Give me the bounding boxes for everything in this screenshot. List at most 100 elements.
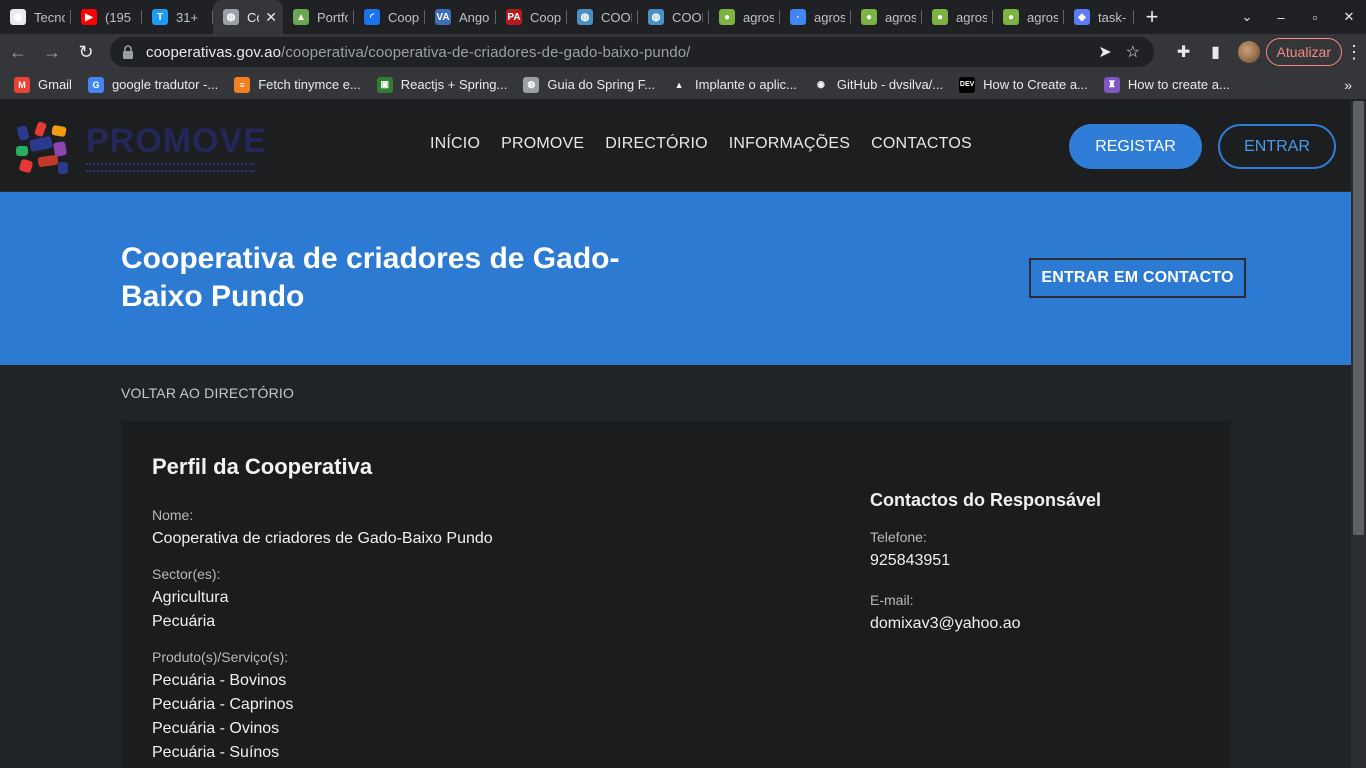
tab-title: agros bbox=[1027, 9, 1058, 25]
tab-title: Ango bbox=[459, 9, 490, 25]
nav-promove[interactable]: PROMOVE bbox=[501, 135, 584, 153]
product-item: Pecuária - Bovinos bbox=[152, 672, 287, 689]
tab-favicon-icon: ◍ bbox=[223, 9, 239, 25]
page-scrollbar[interactable] bbox=[1351, 101, 1366, 768]
login-button[interactable]: ENTRAR bbox=[1218, 124, 1336, 169]
nav-informacoes[interactable]: INFORMAÇÕES bbox=[729, 135, 850, 153]
tab-active[interactable]: ◍ Co✕ bbox=[213, 0, 283, 34]
promove-logo[interactable]: PROMOVE bbox=[14, 119, 266, 177]
tab-title: Portfo bbox=[317, 9, 348, 25]
web-page: PROMOVE INÍCIO PROMOVE DIRECTÓRIO INFORM… bbox=[0, 101, 1351, 768]
tab[interactable]: ▶ (195 bbox=[71, 0, 142, 34]
bookmark-item[interactable]: DEV How to Create a... bbox=[951, 76, 1096, 93]
tab[interactable]: ▲ Portfo bbox=[283, 0, 354, 34]
bookmark-favicon-icon: G bbox=[87, 76, 104, 93]
bookmark-list: M Gmail Ggoogle tradutor -... ≡ Fetch tinymc… bbox=[0, 76, 1238, 93]
lock-icon[interactable] bbox=[122, 45, 134, 59]
contact-button[interactable]: ENTRAR EM CONTACTO bbox=[1029, 258, 1246, 298]
bookmark-label: Fetch tinymce e... bbox=[258, 77, 361, 92]
tab[interactable]: ◉ Tecno bbox=[0, 0, 71, 34]
tab[interactable]: · agros bbox=[780, 0, 851, 34]
address-bar[interactable]: cooperativas.gov.ao/cooperativa/cooperat… bbox=[110, 37, 1154, 67]
profile-heading: Perfil da Cooperativa bbox=[152, 454, 373, 479]
bookmark-favicon-icon: DEV bbox=[959, 76, 976, 93]
bookmark-item[interactable]: ♜ How to create a... bbox=[1096, 76, 1238, 93]
send-icon[interactable]: ➤ bbox=[1098, 42, 1111, 62]
tab[interactable]: ◍ COOF bbox=[567, 0, 638, 34]
tab-favicon-icon: ◍ bbox=[577, 9, 593, 25]
bookmarks-overflow-icon[interactable]: » bbox=[1344, 77, 1366, 93]
logo-word: PROMOVE bbox=[86, 121, 267, 160]
register-button[interactable]: REGISTAR bbox=[1069, 124, 1202, 169]
tab[interactable]: T 31+ bbox=[142, 0, 213, 34]
minimize-icon[interactable]: – bbox=[1264, 10, 1298, 25]
tab[interactable]: VA Ango bbox=[425, 0, 496, 34]
update-button[interactable]: Atualizar bbox=[1265, 38, 1342, 66]
bookmark-label: GitHub - dvsilva/... bbox=[836, 77, 944, 92]
browser-toolbar: ← → ↻ cooperativas.gov.ao/cooperativa/co… bbox=[0, 34, 1366, 70]
tab-favicon-icon: ▶ bbox=[81, 9, 97, 25]
bookmark-star-icon[interactable]: ☆ bbox=[1126, 42, 1140, 62]
restore-icon[interactable]: ▫ bbox=[1298, 10, 1332, 25]
back-arrow-icon[interactable]: ← bbox=[2, 36, 34, 68]
email-label: E-mail: bbox=[870, 592, 914, 608]
bookmark-label: Implante o aplic... bbox=[695, 77, 797, 92]
tab-favicon-icon: ● bbox=[932, 9, 948, 25]
products-field: Produto(s)/Serviço(s): Pecuária - Bovino… bbox=[152, 649, 752, 765]
tab[interactable]: PA Coop bbox=[496, 0, 567, 34]
tab-favicon-icon: ▲ bbox=[293, 9, 309, 25]
site-header: PROMOVE INÍCIO PROMOVE DIRECTÓRIO INFORM… bbox=[0, 101, 1351, 192]
tab-favicon-icon: ● bbox=[1003, 9, 1019, 25]
bookmark-favicon-icon: ◉ bbox=[812, 76, 829, 93]
bookmark-item[interactable]: ▲ Implante o aplic... bbox=[663, 76, 805, 93]
close-window-icon[interactable]: ✕ bbox=[1332, 9, 1366, 25]
sector-item: Pecuária bbox=[152, 613, 216, 630]
tab[interactable]: ◜ Coop bbox=[354, 0, 425, 34]
profile-details: Nome: Cooperativa de criadores de Gado-B… bbox=[152, 507, 752, 768]
reload-icon[interactable]: ↻ bbox=[70, 36, 102, 68]
responsible-contacts: Contactos do Responsável Telefone: 92584… bbox=[870, 490, 1200, 655]
bookmark-label: Guia do Spring F... bbox=[547, 77, 656, 92]
bookmark-item[interactable]: Ggoogle tradutor -... bbox=[80, 76, 226, 93]
tab[interactable]: ◍ COOF bbox=[638, 0, 709, 34]
tab-close-icon[interactable]: ✕ bbox=[259, 9, 277, 26]
tab-search-icon[interactable]: ⌄ bbox=[1230, 9, 1264, 25]
forward-arrow-icon[interactable]: → bbox=[36, 36, 68, 68]
bookmark-item[interactable]: M Gmail bbox=[6, 76, 80, 93]
sectors-field: Sector(es): Agricultura Pecuária bbox=[152, 566, 752, 634]
tab[interactable]: ● agros bbox=[851, 0, 922, 34]
logo-tagline-line-1 bbox=[86, 162, 254, 166]
tab-favicon-icon: · bbox=[790, 9, 806, 25]
scrollbar-thumb[interactable] bbox=[1353, 101, 1364, 535]
tab-favicon-icon: T bbox=[152, 9, 168, 25]
nav-directorio[interactable]: DIRECTÓRIO bbox=[605, 135, 707, 153]
tab-favicon-icon: ◆ bbox=[1074, 9, 1090, 25]
side-panel-icon[interactable]: ▮ bbox=[1200, 42, 1232, 62]
tab[interactable]: ● agros bbox=[993, 0, 1064, 34]
extensions-puzzle-icon[interactable]: ✚ bbox=[1168, 42, 1200, 62]
tab[interactable]: ◆ task- bbox=[1064, 0, 1134, 34]
new-tab-button[interactable]: + bbox=[1134, 0, 1170, 34]
bookmark-item[interactable]: ◉ GitHub - dvsilva/... bbox=[805, 76, 951, 93]
profile-avatar[interactable] bbox=[1237, 41, 1260, 63]
url-text[interactable]: cooperativas.gov.ao/cooperativa/cooperat… bbox=[146, 44, 690, 61]
back-to-directory-link[interactable]: VOLTAR AO DIRECTÓRIO bbox=[121, 385, 294, 401]
bookmark-item[interactable]: ◍ Guia do Spring F... bbox=[515, 76, 663, 93]
name-field: Nome: Cooperativa de criadores de Gado-B… bbox=[152, 507, 752, 551]
tab-favicon-icon: PA bbox=[506, 9, 522, 25]
bookmark-item[interactable]: ≡ Fetch tinymce e... bbox=[226, 76, 369, 93]
url-host: cooperativas.gov.ao bbox=[146, 43, 282, 61]
logo-mark-icon bbox=[14, 120, 70, 176]
tab-title: Coop bbox=[530, 9, 561, 25]
bookmark-item[interactable]: ▣ Reactjs + Spring... bbox=[369, 76, 516, 93]
nav-inicio[interactable]: INÍCIO bbox=[430, 135, 480, 153]
nav-contactos[interactable]: CONTACTOS bbox=[871, 135, 972, 153]
bookmark-favicon-icon: M bbox=[14, 76, 30, 93]
tab[interactable]: ● agros bbox=[922, 0, 993, 34]
product-item: Pecuária - Caprinos bbox=[152, 696, 294, 713]
main-navigation: INÍCIO PROMOVE DIRECTÓRIO INFORMAÇÕES CO… bbox=[430, 135, 972, 153]
menu-kebab-icon[interactable]: ⋮ bbox=[1342, 42, 1366, 63]
tab[interactable]: ● agros bbox=[709, 0, 780, 34]
bookmark-label: How to Create a... bbox=[983, 77, 1088, 92]
tab-title: Tecno bbox=[34, 9, 65, 25]
